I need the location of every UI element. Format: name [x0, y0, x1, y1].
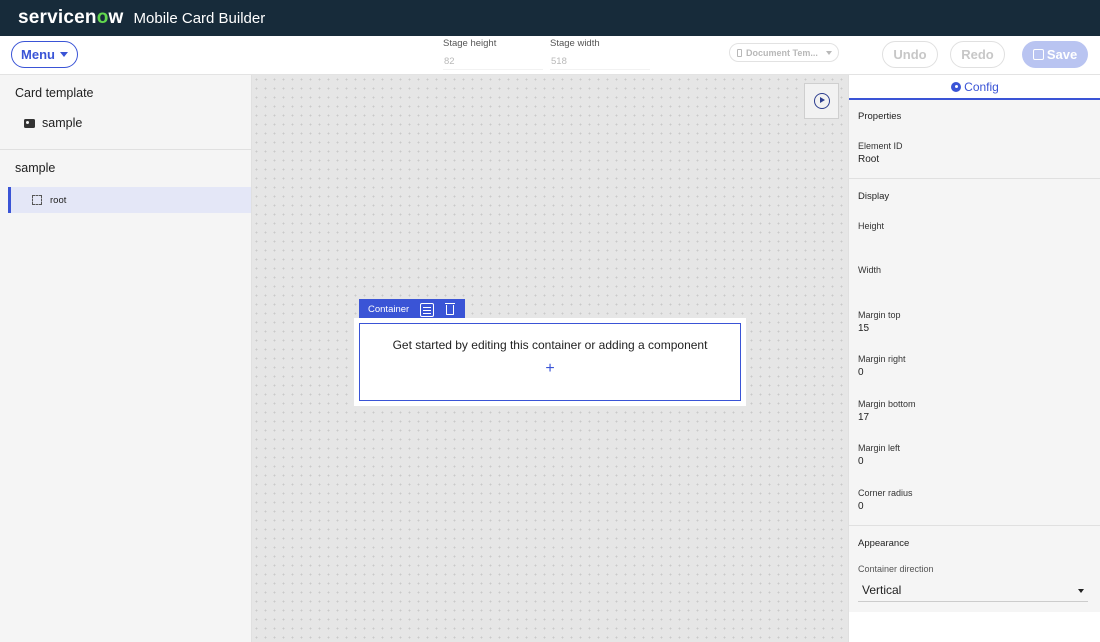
margin-bottom-label: Margin bottom: [858, 399, 916, 409]
document-template-value: Document Tem...: [746, 47, 818, 58]
margin-right-label: Margin right: [858, 354, 906, 364]
element-id-label: Element ID: [858, 141, 903, 151]
container-direction-select[interactable]: Vertical: [858, 578, 1088, 602]
stage-width-field[interactable]: Stage width 518: [550, 38, 650, 70]
app-title: Mobile Card Builder: [133, 9, 266, 27]
margin-top-label: Margin top: [858, 310, 901, 320]
margin-left-input[interactable]: 0: [858, 456, 864, 467]
toolbar: Menu Stage height 82 Stage width 518 Doc…: [0, 36, 1100, 75]
properties-heading: Properties: [858, 111, 902, 122]
margin-top-input[interactable]: 15: [858, 323, 869, 334]
preview-button[interactable]: [804, 83, 839, 119]
corner-radius-label: Corner radius: [858, 488, 913, 498]
stage-height-label: Stage height: [443, 38, 497, 49]
undo-button[interactable]: Undo: [882, 41, 938, 68]
card-icon: [24, 118, 35, 128]
placeholder-text: Get started by editing this container or…: [392, 338, 708, 352]
divider: [849, 178, 1100, 179]
box-icon: [32, 195, 42, 205]
play-icon: [813, 93, 830, 109]
stage-width-input[interactable]: 518: [550, 56, 650, 70]
document-template-select[interactable]: Document Tem...: [729, 43, 839, 62]
chevron-down-icon: [1078, 589, 1084, 593]
tree-heading: sample: [15, 161, 56, 175]
divider: [849, 525, 1100, 526]
chevron-down-icon: [59, 52, 68, 57]
menu-label: Menu: [21, 47, 55, 62]
panel-footer: [849, 612, 1100, 642]
left-panel: Card template sample sample root: [0, 75, 252, 642]
servicenow-logo: servicenow: [18, 7, 124, 28]
save-label: Save: [1046, 47, 1078, 62]
chevron-down-icon: [826, 51, 832, 55]
container-toolbar: Container: [359, 299, 465, 320]
tab-config[interactable]: Config: [849, 75, 1100, 100]
corner-radius-input[interactable]: 0: [858, 501, 864, 512]
root-container[interactable]: Get started by editing this container or…: [359, 323, 741, 401]
card-template-heading: Card template: [15, 86, 94, 100]
tree-item-root[interactable]: root: [8, 187, 251, 213]
stage-width-label: Stage width: [550, 38, 600, 49]
card-template-item[interactable]: sample: [24, 116, 82, 130]
card-template-item-label: sample: [42, 116, 83, 130]
config-panel: Config Properties Element ID Root Displa…: [848, 75, 1100, 642]
tree-item-label: root: [50, 194, 67, 206]
container-label: Container: [368, 304, 410, 315]
save-button[interactable]: Save: [1022, 41, 1088, 68]
margin-right-input[interactable]: 0: [858, 367, 864, 378]
stage-height-input[interactable]: 82: [443, 56, 543, 70]
element-id-value[interactable]: Root: [858, 154, 879, 165]
display-heading: Display: [858, 191, 890, 202]
menu-button[interactable]: Menu: [11, 41, 78, 68]
app-header: servicenow Mobile Card Builder: [0, 0, 1100, 36]
divider: [0, 149, 251, 150]
container-direction-label: Container direction: [858, 564, 934, 574]
margin-bottom-input[interactable]: 17: [858, 412, 869, 423]
save-icon: [1032, 49, 1044, 60]
settings-sliders-icon[interactable]: [420, 302, 435, 317]
appearance-heading: Appearance: [858, 538, 910, 549]
margin-left-label: Margin left: [858, 443, 901, 453]
height-label: Height: [858, 221, 885, 231]
card-preview: Get started by editing this container or…: [354, 318, 746, 406]
add-component-button[interactable]: +: [360, 360, 740, 378]
phone-icon: [737, 48, 742, 57]
trash-icon[interactable]: [445, 302, 456, 315]
width-label: Width: [858, 265, 882, 275]
gear-icon: [951, 81, 962, 92]
tab-config-label: Config: [964, 79, 999, 94]
stage-height-field[interactable]: Stage height 82: [443, 38, 543, 70]
redo-button[interactable]: Redo: [950, 41, 1005, 68]
stage-canvas[interactable]: Container Get started by editing this co…: [252, 75, 848, 642]
container-direction-value: Vertical: [862, 582, 902, 597]
